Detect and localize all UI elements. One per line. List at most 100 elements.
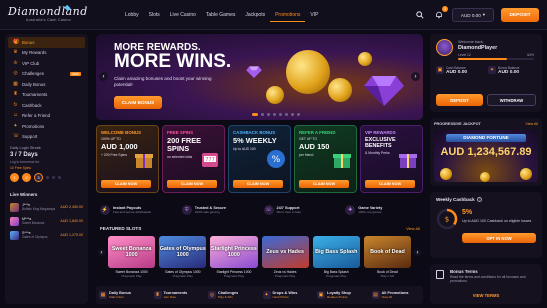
promo-card-free-spins[interactable]: FREE SPINS 200 FREE SPINS on selected sl… xyxy=(162,125,225,193)
sidebar-item-label: Daily Bonus xyxy=(22,81,46,87)
nav-lobby[interactable]: Lobby xyxy=(120,8,144,22)
jackpot-banner[interactable]: DIAMOND FORTUNE AUD 1,234,567.89 xyxy=(434,130,538,182)
chevron-right-icon[interactable]: › xyxy=(411,72,420,81)
balance-selector[interactable]: AUD 0.00 ▾ xyxy=(452,8,494,22)
claim-bonus-button[interactable]: CLAIM BONUS xyxy=(114,96,162,109)
sidebar-item-refer-a-friend[interactable]: ☺ Refer a Friend xyxy=(8,111,85,122)
jackpot-title: PROGRESSIVE JACKPOT xyxy=(434,122,481,126)
streak-dot xyxy=(58,176,61,179)
withdraw-button[interactable]: WITHDRAW xyxy=(487,94,536,106)
sidebar-item-promotions[interactable]: ✦ Promotions xyxy=(8,121,85,132)
nav-jackpots[interactable]: Jackpots xyxy=(240,8,270,22)
logo[interactable]: Diamondland Australia's Cash Casino xyxy=(8,4,98,25)
coin-image xyxy=(266,86,284,104)
game-card[interactable]: Gates of Olympus 1000 Gates of Olympus 1… xyxy=(159,236,207,282)
quick-link-loyalty-shop[interactable]: ▣ Loyalty Shop Redeem Points xyxy=(314,286,369,304)
nav-live-casino[interactable]: Live Casino xyxy=(165,8,201,22)
carousel-dot[interactable] xyxy=(279,113,282,116)
sidebar-item-daily-bonus[interactable]: ▦ Daily Bonus xyxy=(8,79,85,90)
quick-link-challenges[interactable]: ◎ Challenges Play & Win xyxy=(205,286,260,304)
quick-link-sub: View All xyxy=(381,295,392,300)
bell-icon[interactable]: 3 xyxy=(433,6,448,21)
winner-game: Buffalo King Megaways xyxy=(22,207,56,211)
sidebar-item-challenges[interactable]: ◎ Challenges NEW xyxy=(8,69,85,80)
carousel-dot[interactable] xyxy=(273,113,276,116)
level-label: Level 12 xyxy=(458,53,471,57)
sidebar-item-bonus[interactable]: 🎁 Bonus xyxy=(8,37,85,48)
sidebar-item-cashback[interactable]: ↻ Cashback xyxy=(8,100,85,111)
carousel-dot[interactable] xyxy=(267,113,270,116)
opt-in-button[interactable]: OPT IN NOW xyxy=(462,233,536,243)
sidebar-item-my-rewards[interactable]: ♛ My Rewards xyxy=(8,48,85,59)
game-thumbnail xyxy=(10,216,19,226)
deposit-button[interactable]: DEPOSIT xyxy=(501,8,539,22)
jackpot-view-all-link[interactable]: View All xyxy=(525,122,538,126)
list-item[interactable]: S***e Gates of Olympus AUD 1,275.00 xyxy=(10,229,83,241)
chevron-left-icon[interactable]: ‹ xyxy=(99,72,108,81)
game-card[interactable]: Book of Dead Book of Dead Play'n GO xyxy=(363,236,412,282)
chevron-left-icon[interactable]: ‹ xyxy=(97,248,106,257)
gift-box-icon xyxy=(333,154,351,168)
gift-icon: 🎁 xyxy=(13,38,20,45)
featured-slots: ‹ Sweet Bonanza 1000 Sweet Bonanza 1000 … xyxy=(96,236,423,282)
promo-card-refer[interactable]: REFER A FRIEND GET UP TO AUD 150 per fri… xyxy=(294,125,357,193)
quick-link-all-promotions[interactable]: ▤ All Promotions View All xyxy=(369,286,424,304)
nav-slots[interactable]: Slots xyxy=(144,8,165,22)
streak-day-1: 1 xyxy=(10,173,19,182)
sidebar-item-tournaments[interactable]: ♜ Tournaments xyxy=(8,90,85,101)
quick-link-daily-bonus[interactable]: ▦ Daily Bonus Claim Now xyxy=(96,286,151,304)
search-icon[interactable] xyxy=(414,9,426,21)
carousel-dot[interactable] xyxy=(252,113,258,116)
claim-now-button[interactable]: CLAIM NOW xyxy=(101,180,151,188)
hero-banner[interactable]: MORE REWARDS. MORE WINS. Claim amazing b… xyxy=(96,34,423,120)
claim-now-button[interactable]: CLAIM NOW xyxy=(233,180,283,188)
game-thumbnail: Book of Dead xyxy=(363,236,412,268)
view-terms-link[interactable]: VIEW TERMS xyxy=(430,293,542,298)
claim-now-button[interactable]: CLAIM NOW xyxy=(365,180,415,188)
carousel-dot[interactable] xyxy=(261,113,264,116)
sidebar-item-vip-club[interactable]: ♔ VIP Club xyxy=(8,58,85,69)
game-provider: Pragmatic Play xyxy=(121,274,142,278)
list-item[interactable]: M***a Sweet Bonanza AUD 1,840.00 xyxy=(10,215,83,227)
info-icon[interactable]: ? xyxy=(477,197,482,202)
sidebar-item-label: Bonus xyxy=(22,39,35,45)
claim-now-button[interactable]: CLAIM NOW xyxy=(167,180,217,188)
panel-deposit-button[interactable]: DEPOSIT xyxy=(436,94,483,106)
claim-now-button[interactable]: CLAIM NOW xyxy=(299,180,349,188)
feature-trusted-secure: ⛨ Trusted & Secure 100% safe gaming xyxy=(178,202,260,218)
game-card[interactable]: Big Bass Splash Big Bass Splash Pragmati… xyxy=(312,236,360,282)
terms-title: Bonus Terms xyxy=(450,269,478,274)
carousel-dot[interactable] xyxy=(297,113,300,116)
featured-slots-header: FEATURED SLOTS View All xyxy=(100,226,420,234)
gift-icon: ✦ xyxy=(262,291,271,299)
quick-link-tournaments[interactable]: ♜ Tournaments Join Now xyxy=(151,286,206,304)
sidebar-item-label: Support xyxy=(22,134,38,140)
promo-card-vip[interactable]: VIP REWARDS EXCLUSIVE BENEFITS & Monthly… xyxy=(360,125,423,193)
target-icon: ◎ xyxy=(13,70,18,77)
gift-icon: ✦ xyxy=(488,66,496,74)
game-card[interactable]: Zeus vs Hades Zeus vs Hades Pragmatic Pl… xyxy=(261,236,309,282)
gem-image xyxy=(364,76,404,106)
avatar[interactable] xyxy=(436,39,453,56)
quick-link-drops-wins[interactable]: ✦ Drops & Wins Cash Prizes xyxy=(260,286,315,304)
promo-card-cashback[interactable]: CASHBACK BONUS 5% WEEKLY Up to AUD 100 %… xyxy=(228,125,291,193)
sidebar-item-support[interactable]: ☏ Support xyxy=(8,132,85,143)
winner-amount: AUD 1,275.00 xyxy=(60,233,83,237)
view-all-link[interactable]: View All xyxy=(406,226,420,231)
game-art-title: Big Bass Splash xyxy=(315,249,358,255)
nav-vip[interactable]: VIP xyxy=(305,8,323,22)
shop-icon: ▣ xyxy=(317,291,325,299)
sidebar-item-label: Cashback xyxy=(22,102,42,108)
promo-card-welcome[interactable]: WELCOME BONUS 100% UP TO AUD 1,000 + 200… xyxy=(96,125,159,193)
document-icon xyxy=(436,270,444,279)
carousel-dot[interactable] xyxy=(291,113,294,116)
game-card[interactable]: Starlight Princess 1000 Starlight Prince… xyxy=(210,236,258,282)
carousel-dot[interactable] xyxy=(285,113,288,116)
sidebar-item-label: VIP Club xyxy=(22,60,40,66)
quick-link-sub: Claim Now xyxy=(109,295,124,300)
list-item[interactable]: J***n Buffalo King Megaways AUD 2,450.00 xyxy=(10,201,83,213)
nav-promotions[interactable]: Promotions xyxy=(270,8,306,22)
chevron-right-icon[interactable]: › xyxy=(413,248,422,257)
nav-table-games[interactable]: Table Games xyxy=(201,8,240,22)
game-card[interactable]: Sweet Bonanza 1000 Sweet Bonanza 1000 Pr… xyxy=(108,236,156,282)
